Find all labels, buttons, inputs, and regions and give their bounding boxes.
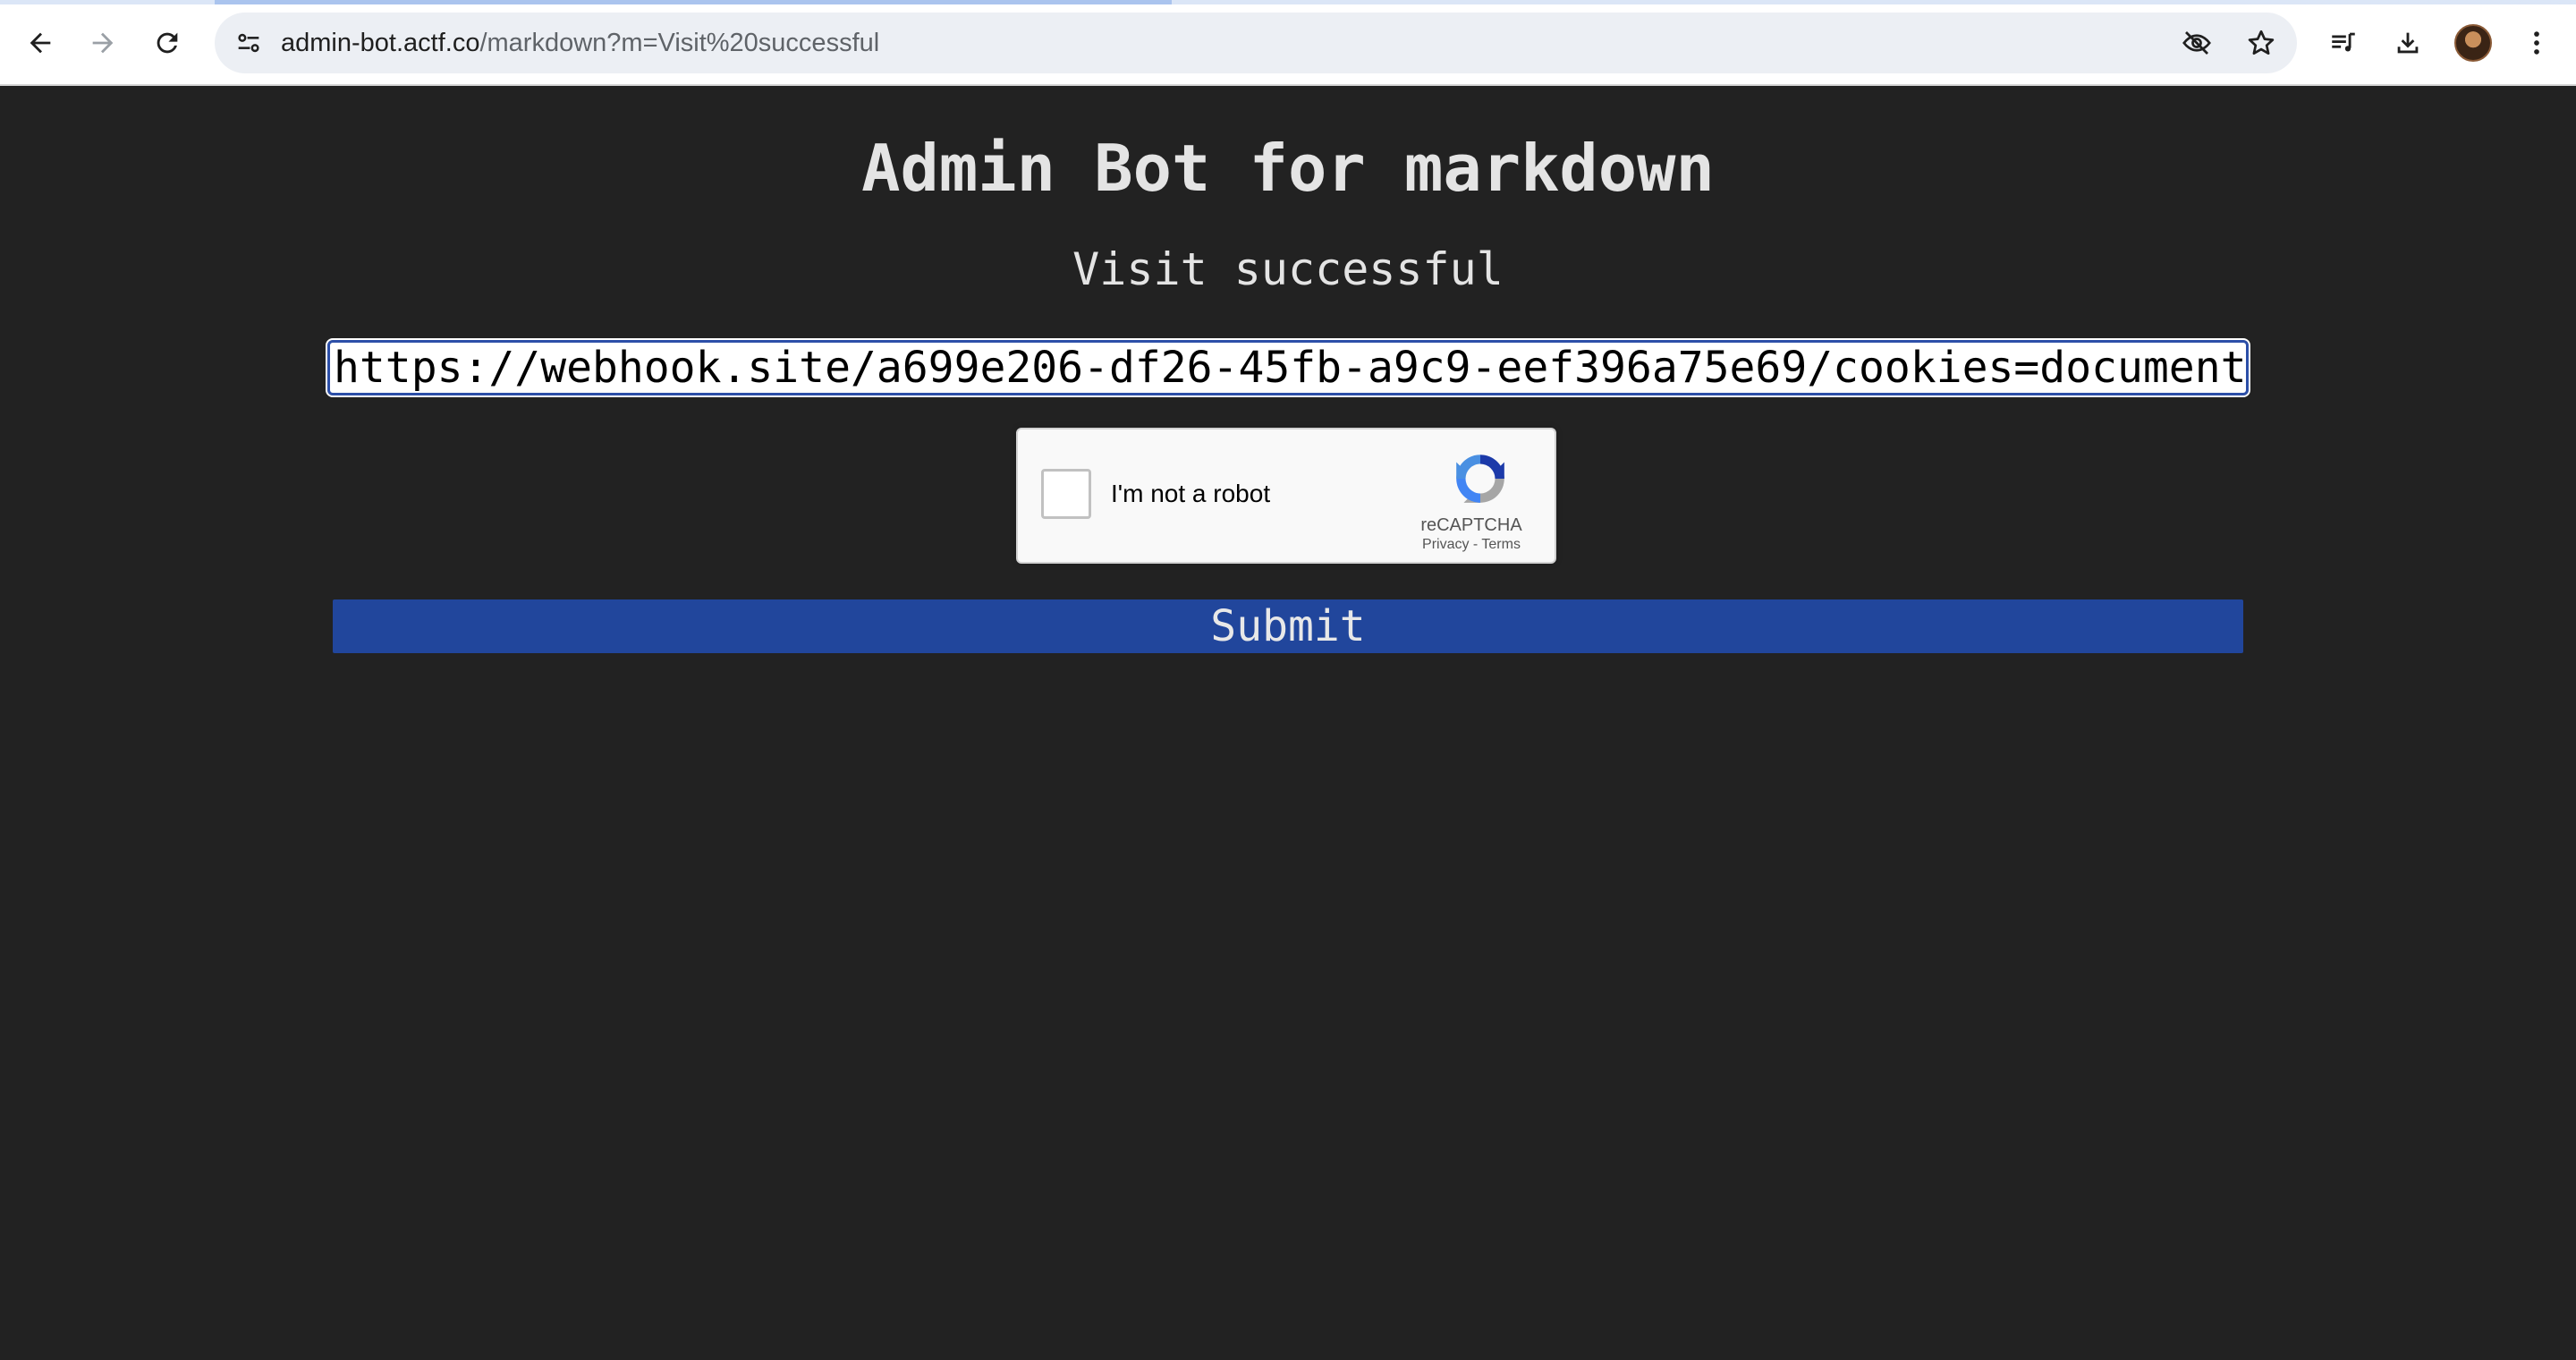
url-text[interactable]: admin-bot.actf.co/markdown?m=Visit%20suc… xyxy=(281,13,879,73)
recaptcha-terms-link[interactable]: Terms xyxy=(1481,537,1521,552)
bookmark-button[interactable] xyxy=(2236,18,2286,68)
url-input[interactable]: https://webhook.site/a699e206-df26-45fb-… xyxy=(326,338,2250,397)
url-host: admin-bot.actf.co xyxy=(281,29,480,57)
reload-button[interactable] xyxy=(142,18,192,68)
media-controls-button[interactable] xyxy=(2318,18,2368,68)
star-icon xyxy=(2248,30,2275,55)
site-info-button[interactable] xyxy=(224,18,274,68)
recaptcha-checkbox[interactable] xyxy=(1041,469,1091,519)
recaptcha-links: Privacy - Terms xyxy=(1394,535,1549,555)
recaptcha-link-separator: - xyxy=(1472,537,1479,552)
more-vert-icon xyxy=(2534,31,2539,55)
downloads-button[interactable] xyxy=(2383,18,2433,68)
browser-menu-button[interactable] xyxy=(2512,18,2562,68)
recaptcha-logo-icon xyxy=(1456,455,1504,503)
page-content: Admin Bot for markdown Visit successful … xyxy=(0,86,2576,1360)
playlist-icon xyxy=(2332,32,2355,52)
recaptcha-label: I'm not a robot xyxy=(1111,480,1271,507)
reload-icon xyxy=(157,32,178,54)
tracking-protection-button[interactable] xyxy=(2172,18,2222,68)
recaptcha-privacy-link[interactable]: Privacy xyxy=(1422,537,1469,552)
profile-avatar[interactable] xyxy=(2454,24,2492,62)
active-tab-edge xyxy=(215,0,1172,4)
status-message: Visit successful xyxy=(1072,243,1504,295)
arrow-left-icon xyxy=(30,32,51,54)
back-button[interactable] xyxy=(15,18,65,68)
page-title: Admin Bot for markdown xyxy=(861,131,1715,206)
tune-icon xyxy=(238,33,259,53)
tab-strip-edge xyxy=(0,0,2576,4)
forward-button[interactable] xyxy=(78,18,128,68)
download-icon xyxy=(2397,32,2419,54)
recaptcha-widget: I'm not a robot reCAPTCHA Privacy - Term… xyxy=(1016,428,1556,564)
url-path: /markdown?m=Visit%20successful xyxy=(479,29,880,57)
eye-off-icon xyxy=(2182,31,2211,55)
browser-toolbar: admin-bot.actf.co/markdown?m=Visit%20suc… xyxy=(0,0,2576,86)
submit-button[interactable]: Submit xyxy=(333,599,2243,653)
recaptcha-brand: reCAPTCHA xyxy=(1420,515,1522,535)
address-bar[interactable]: admin-bot.actf.co/markdown?m=Visit%20suc… xyxy=(215,13,2297,73)
arrow-right-icon xyxy=(92,32,114,54)
